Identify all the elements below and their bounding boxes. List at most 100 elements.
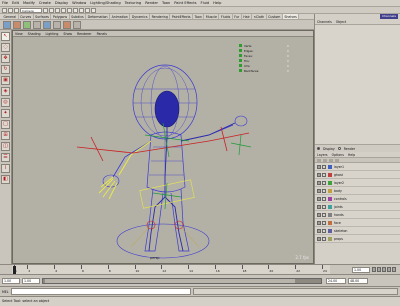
menu-modify[interactable]: Modify	[23, 1, 35, 5]
play-backwards-icon[interactable]	[382, 267, 386, 272]
layer-row[interactable]: Vskeleton	[315, 227, 400, 235]
layer-name[interactable]: hands	[334, 213, 344, 217]
layer-row[interactable]: Vface	[315, 219, 400, 227]
layer-playback-toggle[interactable]	[322, 212, 326, 217]
shelf-tab-curves[interactable]: Curves	[19, 14, 34, 19]
step-back-icon[interactable]	[377, 267, 381, 272]
layer-playback-toggle[interactable]	[322, 236, 326, 241]
animation-end-field[interactable]: 48.00	[348, 278, 368, 284]
hypershade-layout-icon[interactable]: ◧	[1, 175, 10, 184]
select-tool-icon[interactable]: ↖	[1, 32, 10, 41]
save-scene-button[interactable]	[14, 7, 19, 13]
layer-row[interactable]: Vprops	[315, 235, 400, 243]
layer-name[interactable]: face	[334, 221, 341, 225]
show-manip-tool-icon[interactable]: ✦	[1, 109, 10, 118]
rotate-tool-icon[interactable]: ↻	[1, 65, 10, 74]
step-forward-icon[interactable]	[392, 267, 396, 272]
layer-row[interactable]: Vjoints	[315, 203, 400, 211]
layer-row[interactable]: Vhands	[315, 211, 400, 219]
scale-tool-icon[interactable]: ▣	[1, 76, 10, 85]
layer-row[interactable]: Vlayer1	[315, 163, 400, 171]
two-view-layout-icon[interactable]: ◫	[1, 142, 10, 151]
play-forwards-icon[interactable]	[387, 267, 391, 272]
layer-color-swatch[interactable]	[328, 204, 332, 209]
menu-toon[interactable]: Toon	[162, 1, 170, 5]
right-leg[interactable]	[170, 188, 190, 252]
snap-curve-button[interactable]	[67, 7, 72, 13]
select-hierarchy-button[interactable]	[43, 7, 48, 13]
lasso-tool-icon[interactable]: ◌	[1, 43, 10, 52]
layer-playback-toggle[interactable]	[322, 180, 326, 185]
move-tool-icon[interactable]: ✥	[1, 54, 10, 63]
layer-playback-toggle[interactable]	[322, 220, 326, 225]
ipr-render-button[interactable]	[85, 7, 90, 13]
layer-row[interactable]: Vcontrols	[315, 195, 400, 203]
layer-color-swatch[interactable]	[328, 164, 332, 169]
channels-menu[interactable]: Channels	[317, 20, 332, 24]
viewport-menu-shading[interactable]: Shading	[28, 32, 41, 36]
menu-texturing[interactable]: Texturing	[125, 1, 142, 5]
object-menu[interactable]: Object	[336, 20, 346, 24]
viewport-menu-show[interactable]: Show	[63, 32, 72, 36]
layer-color-swatch[interactable]	[328, 212, 332, 217]
graph-layout-icon[interactable]: ⌇	[1, 164, 10, 173]
spine-control-line[interactable]	[132, 140, 210, 154]
select-component-button[interactable]	[55, 7, 60, 13]
layer-visibility-toggle[interactable]: V	[317, 172, 321, 177]
shelf-tool-2-icon[interactable]	[13, 20, 21, 29]
new-scene-button[interactable]	[2, 7, 7, 13]
shelf-tab-fur[interactable]: Fur	[233, 14, 242, 19]
playback-end-field[interactable]: 24.00	[326, 278, 346, 284]
layer-name[interactable]: layer1	[334, 165, 344, 169]
layer-playback-toggle[interactable]	[322, 204, 326, 209]
manipulator-tool-icon[interactable]: ◈	[1, 87, 10, 96]
layer-visibility-toggle[interactable]: V	[317, 212, 321, 217]
layer-playback-toggle[interactable]	[322, 164, 326, 169]
shelf-tab-polygons[interactable]: Polygons	[51, 14, 70, 19]
layer-name[interactable]: props	[334, 237, 343, 241]
right-hand-control-green[interactable]	[230, 134, 252, 156]
layer-visibility-toggle[interactable]: V	[317, 220, 321, 225]
selection-mode-field[interactable]: Camera	[20, 7, 42, 13]
layers-menu[interactable]: Layers	[317, 153, 328, 157]
viewport-menu-panels[interactable]: Panels	[97, 32, 107, 36]
menu-help[interactable]: Help	[213, 1, 221, 5]
layer-playback-toggle[interactable]	[322, 188, 326, 193]
menu-file[interactable]: File	[2, 1, 8, 5]
shelf-tab-dynamics[interactable]: Dynamics	[130, 14, 151, 19]
shelf-tool-3-icon[interactable]	[23, 20, 31, 29]
menu-paint-effects[interactable]: Paint Effects	[174, 1, 196, 5]
help-menu[interactable]: Help	[348, 153, 355, 157]
shelf-tool-7-icon[interactable]	[63, 20, 71, 29]
snap-point-button[interactable]	[73, 7, 78, 13]
shelf-tool-5-icon[interactable]	[43, 20, 51, 29]
layer-color-swatch[interactable]	[328, 172, 332, 177]
right-hand-mesh[interactable]	[234, 115, 248, 127]
layer-name[interactable]: skeleton	[334, 229, 347, 233]
menu-edit[interactable]: Edit	[12, 1, 19, 5]
shelf-tool-8-icon[interactable]	[73, 20, 81, 29]
layer-color-swatch[interactable]	[328, 220, 332, 225]
layer-playback-toggle[interactable]	[322, 196, 326, 201]
perspective-viewport[interactable]: View Shading Lighting Show Renderer Panels	[12, 30, 314, 264]
shelf-tab-muscle[interactable]: Muscle	[204, 14, 220, 19]
move-layer-up-icon[interactable]	[317, 158, 321, 162]
animation-start-field[interactable]: 1.00	[2, 278, 20, 284]
menu-window[interactable]: Window	[72, 1, 86, 5]
shelf-tab-painteffects[interactable]: PaintEffects	[170, 14, 194, 19]
layer-visibility-toggle[interactable]: V	[317, 204, 321, 209]
new-layer-icon[interactable]	[329, 158, 333, 162]
layer-name[interactable]: body	[334, 189, 342, 193]
command-input[interactable]	[10, 288, 191, 295]
viewport-menu-lighting[interactable]: Lighting	[46, 32, 59, 36]
viewport-menu-view[interactable]: View	[15, 32, 23, 36]
layer-visibility-toggle[interactable]: V	[317, 236, 321, 241]
open-scene-button[interactable]	[8, 7, 13, 13]
channel-box-body[interactable]	[315, 25, 400, 145]
layer-color-swatch[interactable]	[328, 236, 332, 241]
shelf-tab-shelves[interactable]: Shelves	[282, 14, 300, 19]
layer-name[interactable]: joints	[334, 205, 343, 209]
left-leg[interactable]	[144, 188, 164, 252]
shelf-tab-deformation[interactable]: Deformation	[86, 14, 111, 19]
layer-color-swatch[interactable]	[328, 188, 332, 193]
